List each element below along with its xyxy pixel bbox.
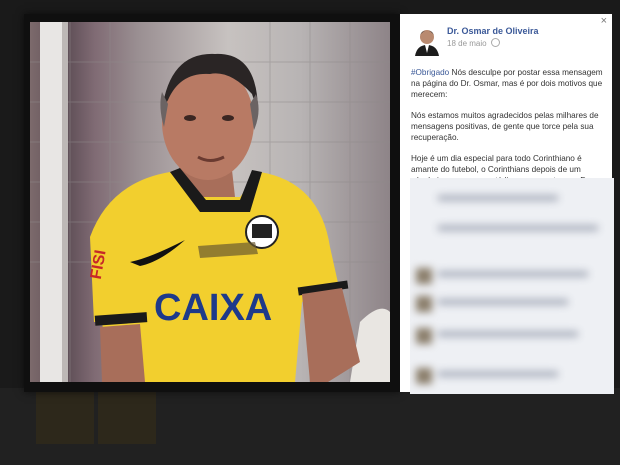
avatar[interactable] (412, 26, 442, 56)
hashtag-link[interactable]: #Obrigado (411, 68, 449, 77)
avatar-image (412, 26, 442, 56)
blurred-row (416, 222, 606, 238)
public-globe-icon (490, 38, 500, 47)
shirt-sponsor-text: CAIXA (154, 287, 272, 329)
post-date[interactable]: 18 de maio (447, 38, 500, 48)
post-date-text: 18 de maio (447, 39, 487, 48)
blurred-row (416, 328, 606, 344)
blurred-row (416, 368, 606, 384)
blurred-row (416, 268, 606, 284)
blurred-row (416, 192, 606, 208)
post-paragraph-1: #Obrigado Nós desculpe por postar essa m… (411, 67, 603, 100)
close-icon[interactable]: × (601, 15, 607, 27)
blurred-content (410, 178, 614, 394)
photo-illustration: CAIXA FISI (30, 22, 390, 382)
post-photo[interactable]: CAIXA FISI (30, 22, 390, 382)
post-author-link[interactable]: Dr. Osmar de Oliveira (447, 26, 539, 36)
blurred-row (416, 296, 606, 312)
post-paragraph-2: Nós estamos muitos agradecidos pelas mil… (411, 111, 599, 142)
comments-section-blurred (410, 178, 614, 394)
